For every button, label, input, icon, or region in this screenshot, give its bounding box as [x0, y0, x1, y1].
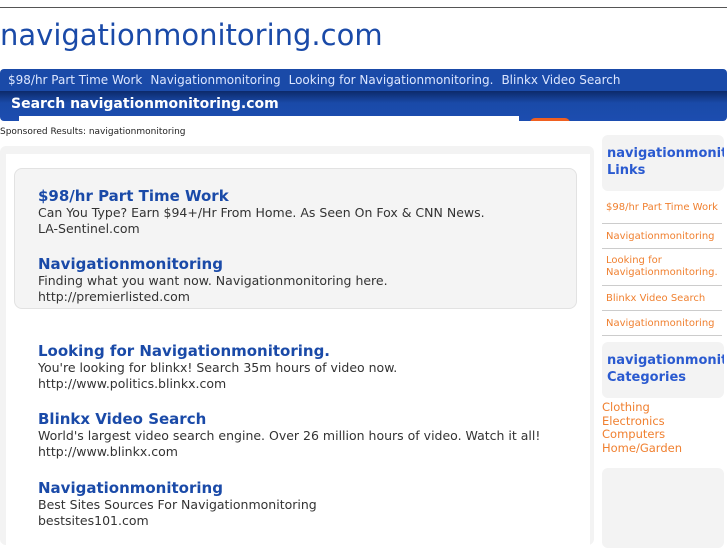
sidebar-categories: navigationmonitoring Categories Clothing…	[602, 342, 724, 455]
ad-title[interactable]: $98/hr Part Time Work	[38, 187, 485, 205]
sidebar-link[interactable]: Looking for Navigationmonitoring.	[602, 249, 722, 286]
sidebar-link[interactable]: Navigationmonitoring	[602, 311, 722, 336]
ad-result: Looking for Navigationmonitoring. You're…	[38, 342, 397, 392]
category-link[interactable]: Clothing	[602, 400, 724, 415]
ad-url[interactable]: bestsites101.com	[38, 513, 317, 529]
ad-result: $98/hr Part Time Work Can You Type? Earn…	[38, 187, 485, 237]
sidebar-links: navigationmonitoring Links $98/hr Part T…	[602, 135, 724, 336]
categories-heading: navigationmonitoring Categories	[602, 342, 724, 398]
nav-link[interactable]: $98/hr Part Time Work	[8, 73, 142, 87]
category-link[interactable]: Computers	[602, 427, 724, 442]
heading-line: Categories	[607, 370, 687, 385]
ad-description: You're looking for blinkx! Search 35m ho…	[38, 360, 398, 375]
ad-title[interactable]: Navigationmonitoring	[38, 479, 317, 497]
search-input[interactable]	[19, 116, 519, 121]
sponsored-label: Sponsored Results: navigationmonitoring	[0, 127, 186, 137]
ad-url[interactable]: LA-Sentinel.com	[38, 221, 485, 237]
heading-line: navigationmonitoring	[607, 353, 724, 368]
sidebar-link[interactable]: Blinkx Video Search	[602, 286, 722, 311]
ad-description: World's largest video search engine. Ove…	[38, 428, 541, 443]
top-divider	[0, 7, 727, 8]
ad-url[interactable]: http://www.politics.blinkx.com	[38, 376, 397, 392]
heading-line: navigationmonitoring	[607, 146, 724, 161]
links-heading: navigationmonitoring Links	[602, 135, 724, 191]
sidebar-link[interactable]: Navigationmonitoring	[602, 224, 722, 249]
sidebar-empty-box	[602, 468, 724, 548]
ad-result: Navigationmonitoring Finding what you wa…	[38, 255, 388, 305]
search-title: Search navigationmonitoring.com	[11, 96, 279, 112]
nav-link[interactable]: Navigationmonitoring	[150, 73, 280, 87]
heading-line: Links	[607, 163, 646, 178]
nav-link[interactable]: Looking for Navigationmonitoring.	[289, 73, 494, 87]
search-button[interactable]	[530, 118, 570, 121]
top-nav: $98/hr Part Time Work Navigationmonitori…	[0, 69, 727, 91]
ad-result: Blinkx Video Search World's largest vide…	[38, 410, 540, 460]
ad-description: Can You Type? Earn $94+/Hr From Home. As…	[38, 205, 485, 220]
ad-result: Navigationmonitoring Best Sites Sources …	[38, 479, 317, 529]
ad-description: Finding what you want now. Navigationmon…	[38, 273, 388, 288]
ad-title[interactable]: Looking for Navigationmonitoring.	[38, 342, 397, 360]
ad-title[interactable]: Blinkx Video Search	[38, 410, 540, 428]
search-bar: Search navigationmonitoring.com	[0, 91, 727, 121]
ad-title[interactable]: Navigationmonitoring	[38, 255, 388, 273]
nav-link[interactable]: Blinkx Video Search	[501, 73, 620, 87]
ad-description: Best Sites Sources For Navigationmonitor…	[38, 497, 317, 512]
category-link[interactable]: Home/Garden	[602, 441, 724, 456]
ad-url[interactable]: http://www.blinkx.com	[38, 444, 540, 460]
category-link[interactable]: Electronics	[602, 414, 724, 429]
sidebar-link[interactable]: $98/hr Part Time Work	[602, 191, 722, 224]
ad-url[interactable]: http://premierlisted.com	[38, 289, 388, 305]
site-title: navigationmonitoring.com	[0, 18, 383, 52]
